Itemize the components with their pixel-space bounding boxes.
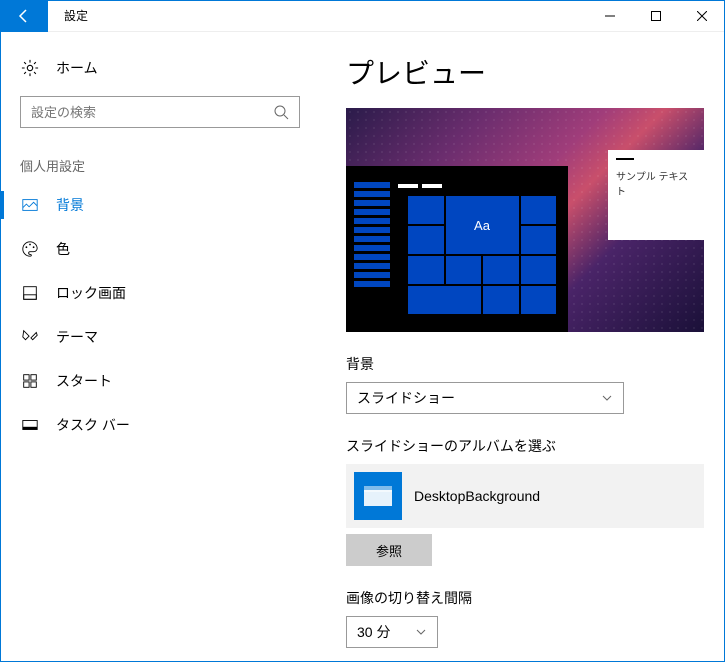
nav-label: ロック画面 [56,283,126,303]
sidebar-item-start[interactable]: スタート [0,359,320,403]
interval-label: 画像の切り替え間隔 [346,588,699,608]
interval-value: 30 分 [357,622,390,642]
album-entry[interactable]: DesktopBackground [346,464,704,528]
title-bar: 設定 [0,0,725,32]
nav-label: テーマ [56,327,98,347]
back-button[interactable] [0,0,48,32]
browse-button[interactable]: 参照 [346,534,432,566]
home-label: ホーム [56,58,98,78]
sidebar: ホーム 個人用設定 背景 色 ロック画面 テーマ スタート [0,32,320,662]
picture-icon [20,195,40,215]
window-controls [587,0,725,32]
tile-aa: Aa [446,196,519,254]
preview-start-menu: Aa [346,166,568,332]
sample-text-label: サンプル テキスト [616,168,696,198]
maximize-button[interactable] [633,0,679,32]
background-label: 背景 [346,354,699,374]
preview-sample-window: サンプル テキスト [608,150,704,240]
content-area: プレビュー サンプル テキスト Aa 背景 スライドショー [320,32,725,662]
chevron-down-icon [601,392,613,404]
taskbar-icon [20,415,40,435]
desktop-preview: サンプル テキスト Aa [346,108,704,332]
minimize-icon [605,11,615,21]
nav-label: スタート [56,371,112,391]
arrow-left-icon [16,8,32,24]
nav-label: 色 [56,239,70,259]
nav-label: 背景 [56,195,84,215]
section-label: 個人用設定 [0,144,320,183]
sidebar-item-taskbar[interactable]: タスク バー [0,403,320,447]
search-input[interactable] [20,96,300,128]
theme-icon [20,327,40,347]
page-title: プレビュー [346,52,699,92]
search-field[interactable] [31,105,273,120]
folder-icon [354,472,402,520]
maximize-icon [651,11,661,21]
nav-label: タスク バー [56,415,130,435]
sidebar-item-themes[interactable]: テーマ [0,315,320,359]
background-value: スライドショー [357,388,455,408]
close-button[interactable] [679,0,725,32]
minimize-button[interactable] [587,0,633,32]
start-icon [20,371,40,391]
window-title: 設定 [64,7,88,24]
search-icon [273,104,289,120]
chevron-down-icon [415,626,427,638]
close-icon [697,11,707,21]
home-button[interactable]: ホーム [0,48,320,88]
album-value: DesktopBackground [414,488,540,504]
gear-icon [20,58,40,78]
lockscreen-icon [20,283,40,303]
sidebar-item-colors[interactable]: 色 [0,227,320,271]
album-label: スライドショーのアルバムを選ぶ [346,436,699,456]
sidebar-item-lockscreen[interactable]: ロック画面 [0,271,320,315]
interval-dropdown[interactable]: 30 分 [346,616,438,648]
palette-icon [20,239,40,259]
sidebar-item-background[interactable]: 背景 [0,183,320,227]
background-dropdown[interactable]: スライドショー [346,382,624,414]
